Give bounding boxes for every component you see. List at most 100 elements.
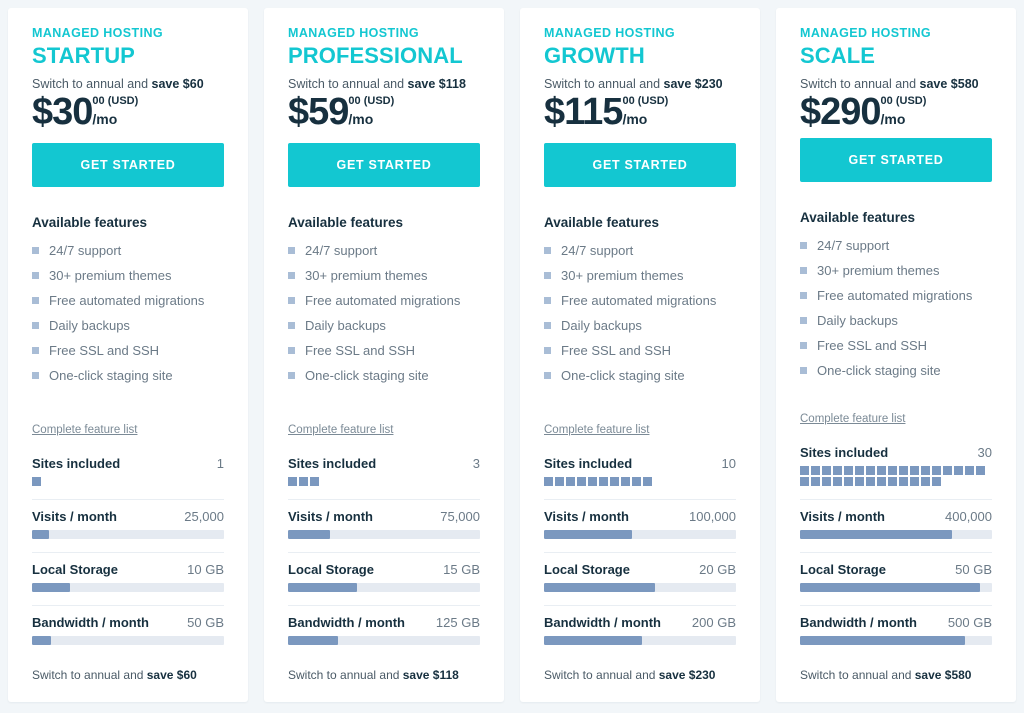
bullet-square-icon bbox=[288, 272, 295, 280]
feature-label: Free SSL and SSH bbox=[817, 337, 928, 353]
get-started-button[interactable]: GET STARTED bbox=[32, 143, 224, 188]
site-square-icon bbox=[866, 466, 875, 476]
available-features-title: Available features bbox=[288, 215, 404, 231]
site-square-icon bbox=[888, 466, 897, 476]
plan-name: PROFESSIONAL bbox=[288, 42, 463, 68]
metric-visits: Visits / month 400,000 bbox=[800, 495, 992, 540]
metric-label: Local Storage bbox=[32, 562, 118, 578]
feature-item: One-click staging site bbox=[544, 363, 736, 388]
site-square-icon bbox=[877, 477, 886, 487]
plan-card: MANAGED HOSTING GROWTH Switch to annual … bbox=[520, 8, 760, 702]
annual-savings-note-top: Switch to annual and save $118 bbox=[288, 76, 480, 92]
available-features-title: Available features bbox=[800, 209, 916, 225]
feature-item: 30+ premium themes bbox=[800, 258, 992, 283]
plan-card: MANAGED HOSTING SCALE Switch to annual a… bbox=[776, 8, 1016, 702]
metric-value: 400,000 bbox=[945, 509, 992, 525]
feature-label: One-click staging site bbox=[817, 362, 941, 378]
get-started-button[interactable]: GET STARTED bbox=[288, 143, 480, 188]
metric-value: 20 GB bbox=[699, 562, 736, 578]
feature-label: 30+ premium themes bbox=[49, 268, 172, 284]
feature-label: Daily backups bbox=[49, 318, 130, 334]
metric-label: Visits / month bbox=[288, 509, 373, 525]
feature-item: One-click staging site bbox=[288, 363, 480, 388]
bullet-square-icon bbox=[288, 322, 295, 330]
feature-label: 30+ premium themes bbox=[305, 268, 428, 284]
bullet-square-icon bbox=[800, 341, 807, 349]
cta-wrap: GET STARTED bbox=[544, 143, 736, 188]
metrics-section: Sites included 3 Visits / month 75,000 L… bbox=[288, 452, 480, 654]
feature-link-wrap: Complete feature list bbox=[544, 398, 736, 438]
plan-card: MANAGED HOSTING STARTUP Switch to annual… bbox=[8, 8, 248, 702]
bullet-square-icon bbox=[544, 272, 551, 280]
plan-name: GROWTH bbox=[544, 42, 645, 68]
site-square-icon bbox=[566, 477, 575, 487]
price-cents: 00 (USD) bbox=[622, 95, 669, 108]
bullet-square-icon bbox=[544, 372, 551, 380]
bullet-square-icon bbox=[544, 247, 551, 255]
price-number: 30 bbox=[52, 91, 93, 134]
metric-value: 15 GB bbox=[443, 562, 480, 578]
complete-feature-list-link[interactable]: Complete feature list bbox=[800, 413, 905, 425]
feature-item: 24/7 support bbox=[32, 238, 224, 263]
metric-bar-track bbox=[800, 583, 992, 593]
site-square-icon bbox=[910, 466, 919, 476]
site-square-icon bbox=[833, 466, 842, 476]
plan-name: SCALE bbox=[800, 42, 876, 68]
metric-value: 10 GB bbox=[187, 562, 224, 578]
metric-head: Visits / month 400,000 bbox=[800, 499, 992, 524]
currency-symbol: $ bbox=[800, 91, 821, 134]
feature-link-wrap: Complete feature list bbox=[800, 387, 992, 427]
feature-item: Daily backups bbox=[544, 313, 736, 338]
annual-note-prefix: Switch to annual and bbox=[288, 76, 408, 91]
metric-head: Local Storage 10 GB bbox=[32, 552, 224, 577]
metric-value: 1 bbox=[216, 456, 224, 472]
get-started-button[interactable]: GET STARTED bbox=[800, 137, 992, 182]
metric-label: Local Storage bbox=[800, 562, 886, 578]
site-square-icon bbox=[822, 477, 831, 487]
site-square-icon bbox=[621, 477, 630, 487]
metric-label: Bandwidth / month bbox=[32, 615, 149, 631]
site-square-icon bbox=[899, 466, 908, 476]
available-features-title: Available features bbox=[32, 215, 148, 231]
bullet-square-icon bbox=[288, 247, 295, 255]
bullet-square-icon bbox=[800, 366, 807, 374]
site-square-icon bbox=[811, 466, 820, 476]
site-square-icon bbox=[877, 466, 886, 476]
bullet-square-icon bbox=[544, 322, 551, 330]
price-number: 290 bbox=[820, 91, 881, 134]
feature-label: 24/7 support bbox=[817, 237, 890, 253]
price-cents: 00 (USD) bbox=[880, 95, 927, 108]
feature-item: 24/7 support bbox=[544, 238, 736, 263]
metric-bar-fill bbox=[544, 530, 633, 540]
annual-note-prefix: Switch to annual and bbox=[544, 668, 659, 683]
price-number: 115 bbox=[564, 91, 623, 134]
complete-feature-list-link[interactable]: Complete feature list bbox=[32, 424, 137, 436]
feature-label: One-click staging site bbox=[49, 368, 173, 384]
metric-bar-fill bbox=[32, 636, 52, 646]
complete-feature-list-link[interactable]: Complete feature list bbox=[288, 424, 393, 436]
site-square-icon bbox=[555, 477, 564, 487]
currency-symbol: $ bbox=[32, 91, 53, 134]
site-square-icon bbox=[800, 466, 809, 476]
feature-item: Free automated migrations bbox=[800, 283, 992, 308]
price-superscript: 00 (USD) /mo bbox=[622, 96, 668, 127]
site-square-icon bbox=[866, 477, 875, 487]
feature-item: Free SSL and SSH bbox=[32, 338, 224, 363]
metric-head: Sites included 1 bbox=[32, 456, 224, 471]
feature-item: 30+ premium themes bbox=[544, 263, 736, 288]
site-square-icon bbox=[632, 477, 641, 487]
metric-bar-track bbox=[32, 530, 224, 540]
metric-value: 50 GB bbox=[187, 615, 224, 631]
bullet-square-icon bbox=[32, 347, 39, 355]
site-square-icon bbox=[610, 477, 619, 487]
get-started-button[interactable]: GET STARTED bbox=[544, 143, 736, 188]
site-square-icon bbox=[800, 477, 809, 487]
price-row: $30 00 (USD) /mo bbox=[32, 91, 224, 134]
site-square-icon bbox=[833, 477, 842, 487]
currency-symbol: $ bbox=[544, 91, 565, 134]
metric-bar-fill bbox=[32, 530, 50, 540]
bullet-square-icon bbox=[800, 316, 807, 324]
complete-feature-list-link[interactable]: Complete feature list bbox=[544, 424, 649, 436]
sites-squares bbox=[288, 477, 480, 487]
annual-note-prefix: Switch to annual and bbox=[800, 76, 920, 91]
